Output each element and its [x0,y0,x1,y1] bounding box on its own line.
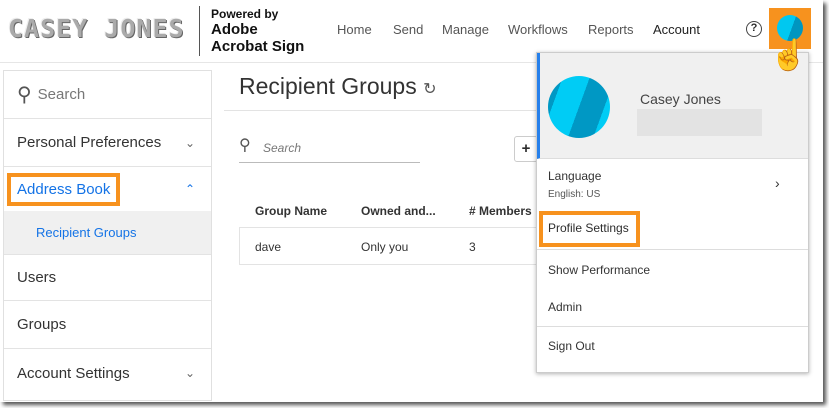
redacted-email [637,109,762,136]
profile-name: Casey Jones [640,91,721,107]
nav-send[interactable]: Send [393,22,423,37]
column-header-members[interactable]: # Members [469,204,532,218]
cell-group-name: dave [255,240,282,254]
menu-item-sign-out[interactable]: Sign Out [548,339,595,353]
sidebar-item-groups[interactable]: Groups [4,301,211,349]
menu-item-profile-settings[interactable]: Profile Settings [539,211,640,247]
menu-divider [537,326,808,327]
sidebar-item-account-settings[interactable]: Account Settings ⌄ [4,349,211,397]
menu-item-admin[interactable]: Admin [548,300,582,314]
sidebar-item-address-book[interactable]: Address Book ⌃ [4,167,211,211]
sidebar-item-label: Groups [17,316,67,333]
page-title-text: Recipient Groups [239,73,417,99]
menu-divider [537,249,808,250]
sidebar-item-label: Account Settings [17,364,130,382]
nav-manage[interactable]: Manage [442,22,489,37]
profile-header: Casey Jones [537,53,808,159]
app-window: CASEY JONES Powered by Adobe Acrobat Sign… [0,0,823,402]
company-logo: CASEY JONES [8,14,185,43]
brand-name: Adobe Acrobat Sign [211,21,304,55]
sidebar-search[interactable]: ⚲ Search [4,71,211,119]
nav-workflows[interactable]: Workflows [508,22,568,37]
pointer-hand-cursor-icon: ☝ [770,39,808,72]
nav-reports[interactable]: Reports [588,22,634,37]
nav-home[interactable]: Home [337,22,372,37]
title-divider [224,110,544,111]
menu-item-show-performance[interactable]: Show Performance [548,263,650,277]
chevron-up-icon: ⌃ [184,182,195,196]
sidebar-item-label: Recipient Groups [36,225,137,240]
chevron-right-icon[interactable]: › [775,175,780,191]
search-placeholder: Search [263,141,302,155]
sidebar-search-label: Search [37,86,86,103]
brand-line2: Acrobat Sign [211,38,305,55]
divider [199,6,200,56]
cell-owner: Only you [361,240,409,254]
sidebar-item-label: Users [17,269,57,286]
add-group-button[interactable]: + [514,136,538,162]
sidebar-item-personal-preferences[interactable]: Personal Preferences ⌄ [4,119,211,167]
language-label[interactable]: Language [548,169,601,183]
help-icon[interactable]: ? [746,21,762,37]
refresh-icon[interactable]: ↻ [423,81,436,98]
page-title: Recipient Groups ↻ [239,73,437,100]
cell-members: 3 [469,240,476,254]
sidebar-item-users[interactable]: Users [4,255,211,301]
chevron-down-icon: ⌄ [184,366,195,380]
group-search-input[interactable]: ⚲ Search [239,137,420,163]
sidebar-item-recipient-groups[interactable]: Recipient Groups [4,211,211,255]
search-icon: ⚲ [239,137,251,154]
sidebar-item-label: Personal Preferences [17,134,162,151]
sidebar-item-label: Address Book [7,172,121,206]
nav-account[interactable]: Account [653,22,700,37]
column-header-owned[interactable]: Owned and... [361,204,436,218]
language-value: English: US [548,189,601,200]
brand-line1: Adobe [211,21,258,38]
sidebar: ⚲ Search Personal Preferences ⌄ Address B… [3,70,212,401]
powered-by: Powered by [211,7,279,21]
column-header-group-name[interactable]: Group Name [255,204,327,218]
search-icon: ⚲ [17,84,32,106]
profile-avatar [548,76,610,138]
chevron-down-icon: ⌄ [184,135,195,150]
account-dropdown-menu: Casey Jones Language English: US › Profi… [536,52,809,373]
